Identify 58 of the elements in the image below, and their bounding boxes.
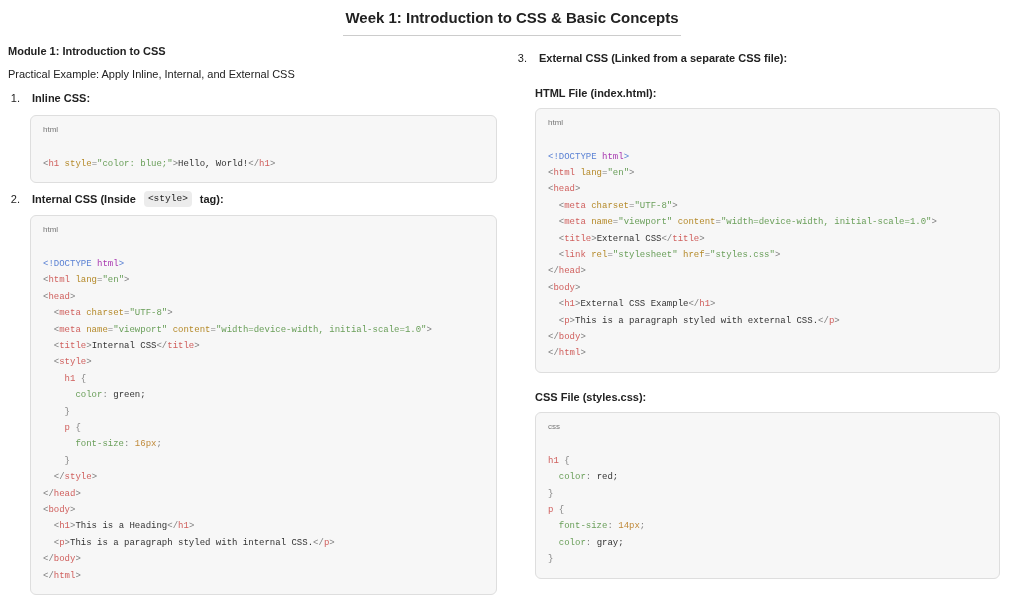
code-line: <h1>External CSS Example</h1> (557, 298, 716, 312)
code-line: font-size: 14px; (557, 520, 646, 534)
code-line: <meta name="viewport" content="width=device-width, initial-scale=1.0"> (52, 323, 432, 337)
code-line: <head> (43, 290, 76, 304)
code-line: <h1 style="color: blue;">Hello, World!</h1> (43, 157, 276, 171)
code-language-label: html (548, 116, 564, 129)
list-number: 3. (516, 51, 527, 67)
code-language-label: html (43, 223, 59, 236)
code-language-label: css (548, 420, 560, 433)
code-line: <style> (52, 356, 92, 370)
code-line: <!DOCTYPE html> (548, 150, 630, 164)
code-line: </head> (548, 265, 586, 279)
item-label: tag): (199, 191, 224, 207)
code-line: <html lang="en"> (43, 274, 130, 288)
code-line: <link rel="stylesheet" href="styles.css"> (557, 248, 781, 262)
section-heading: CSS File (styles.css): (535, 389, 647, 405)
item-label: Inline CSS: (32, 91, 91, 107)
code-line: <p>This is a paragraph styled with external CSS.</p> (557, 314, 840, 328)
code-line: <meta name="viewport" content="width=device-width, initial-scale=1.0"> (557, 216, 937, 230)
code-line: h1 { (63, 372, 87, 386)
code-line: <!DOCTYPE html> (43, 257, 125, 271)
code-line: </head> (43, 487, 81, 501)
module-heading: Module 1: Introduction to CSS (8, 43, 166, 59)
code-language-label: html (43, 123, 59, 136)
code-line: <body> (43, 504, 76, 517)
list-number: 2. (9, 191, 20, 207)
code-line: <title>Internal CSS</title> (52, 339, 200, 353)
code-line: p { (63, 421, 81, 435)
list-number: 1. (9, 91, 20, 107)
code-line: </body> (43, 553, 81, 567)
code-line: </style> (52, 471, 98, 485)
code-line: <html lang="en"> (548, 166, 635, 180)
code-line: } (548, 553, 554, 567)
code-line: </body> (548, 330, 586, 344)
code-line: p { (548, 504, 565, 517)
code-line: color: gray; (557, 536, 624, 550)
page-title: Week 1: Introduction to CSS & Basic Concepts (343, 7, 681, 36)
code-line: <meta charset="UTF-8"> (52, 307, 173, 321)
code-line: <title>External CSS</title> (557, 232, 705, 246)
code-line: <body> (548, 281, 581, 295)
code-line: <p>This is a paragraph styled with internal CSS.</p> (52, 536, 335, 550)
section-heading: HTML File (index.html): (535, 85, 657, 101)
code-line: <meta charset="UTF-8"> (557, 199, 678, 213)
code-line: h1 { (548, 454, 570, 468)
code-line: <h1>This is a Heading</h1> (52, 520, 195, 534)
code-line: } (63, 454, 70, 468)
code-line: <head> (548, 183, 581, 197)
code-line: color: red; (557, 471, 619, 485)
code-line: } (63, 405, 70, 419)
item-label: Internal CSS (Inside (32, 191, 136, 207)
subheading: Practical Example: Apply Inline, Internal, and External CSS (8, 66, 295, 82)
inline-code: <style> (143, 190, 192, 208)
item-label: External CSS (Linked from a separate CSS file): (539, 51, 788, 67)
code-line: </html> (548, 347, 586, 361)
code-line: font-size: 16px; (74, 438, 162, 452)
code-line: color: green; (74, 389, 146, 403)
code-line: } (548, 487, 554, 501)
code-line: </html> (43, 569, 81, 583)
